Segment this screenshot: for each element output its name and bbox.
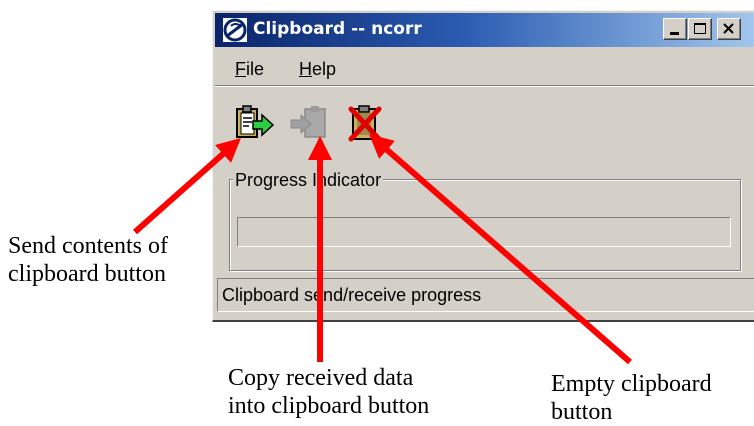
menu-help[interactable]: Help bbox=[299, 59, 336, 80]
progress-group-label: Progress Indicator bbox=[233, 170, 384, 191]
empty-clipboard-icon bbox=[348, 105, 382, 142]
status-bar: Clipboard send/receive progress bbox=[217, 278, 754, 312]
menu-file-mnemonic: F bbox=[235, 59, 246, 79]
maximize-button[interactable] bbox=[688, 18, 712, 40]
menu-help-mnemonic: H bbox=[299, 59, 312, 79]
empty-clipboard-button[interactable] bbox=[345, 103, 387, 145]
send-clipboard-button[interactable] bbox=[233, 103, 275, 145]
annotation-empty-line1: Empty clipboard bbox=[551, 371, 712, 397]
annotation-send-line1: Send contents of bbox=[8, 233, 168, 259]
clipboard-receive-icon bbox=[290, 106, 326, 138]
menu-bar: File Help bbox=[215, 51, 754, 86]
progress-bar bbox=[237, 217, 731, 247]
annotation-copy-line1: Copy received data bbox=[228, 365, 414, 391]
menu-file-label: ile bbox=[246, 59, 265, 79]
annotation-send-line2: clipboard button bbox=[8, 261, 166, 287]
clipboard-window: Clipboard -- ncorr File Help Progress In… bbox=[212, 10, 754, 322]
minimize-button[interactable] bbox=[663, 18, 687, 40]
app-logo-icon bbox=[223, 18, 247, 42]
menu-file[interactable]: File bbox=[235, 59, 264, 80]
annotation-send: Send contents of clipboard button bbox=[8, 232, 218, 288]
minimize-icon bbox=[670, 32, 679, 35]
annotation-empty-line2: button bbox=[551, 399, 613, 425]
window-title: Clipboard -- ncorr bbox=[253, 19, 422, 39]
annotation-copy-line2: into clipboard button bbox=[228, 393, 430, 419]
title-bar[interactable]: Clipboard -- ncorr bbox=[215, 13, 754, 47]
annotation-copy: Copy received data into clipboard button bbox=[228, 364, 528, 420]
clipboard-send-icon bbox=[236, 105, 275, 138]
close-button[interactable] bbox=[717, 18, 741, 40]
menu-help-label: elp bbox=[312, 59, 337, 79]
close-icon bbox=[723, 23, 734, 34]
toolbar bbox=[215, 95, 754, 143]
maximize-icon bbox=[694, 23, 706, 34]
annotation-empty: Empty clipboard button bbox=[551, 370, 751, 426]
status-text: Clipboard send/receive progress bbox=[222, 285, 482, 305]
copy-received-button[interactable] bbox=[289, 103, 331, 145]
menu-divider bbox=[215, 86, 754, 87]
